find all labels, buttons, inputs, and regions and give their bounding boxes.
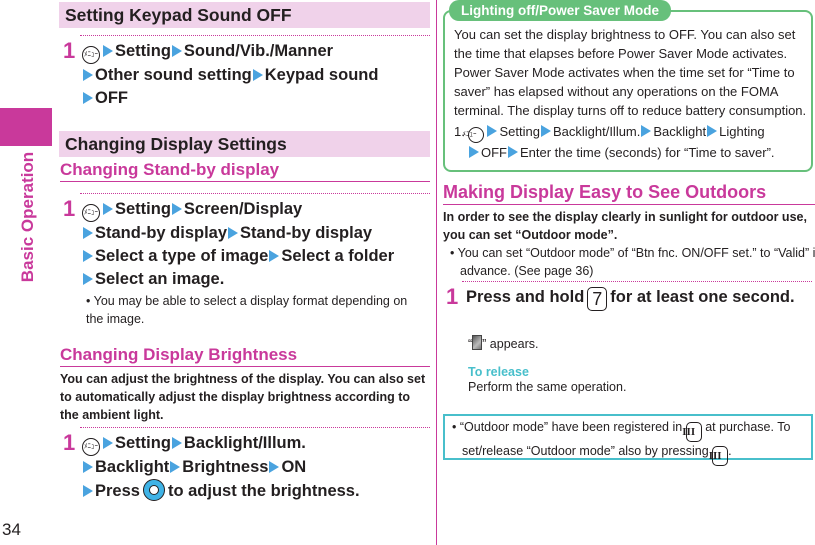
arrow-icon [508, 146, 518, 158]
menu-key-icon: ﾒﾆｭｰ [462, 127, 485, 143]
arrow-icon [171, 203, 182, 215]
key-III-icon: III [682, 422, 702, 442]
key-III-icon: III [709, 446, 729, 466]
arrow-icon [171, 437, 182, 449]
dotted-separator [80, 35, 430, 36]
page-number: 34 [2, 520, 21, 539]
section-label: Basic Operation [18, 151, 37, 283]
arrow-icon [170, 461, 181, 473]
menu-key-icon: ﾒﾆｭｰ [82, 438, 100, 456]
standby-step: ﾒﾆｭｰ Setting Screen/Display Stand-by displ… [82, 200, 395, 288]
dotted-separator [80, 427, 430, 428]
arrow-icon [540, 125, 551, 137]
arrow-icon [83, 227, 93, 239]
menu-key-icon: ﾒﾆｭｰ [82, 46, 100, 64]
arrow-icon [269, 250, 280, 262]
outdoor-info-text: • “Outdoor mode” have been registered in… [452, 418, 815, 466]
arrow-icon [103, 203, 113, 215]
power-saver-description: You can set the display brightness to OF… [454, 27, 807, 118]
outdoor-mode-icon [472, 335, 483, 350]
release-title: To release [468, 365, 529, 379]
dotted-separator [80, 193, 430, 194]
step-number: 1 [63, 196, 76, 221]
outdoors-note: • You can set “Outdoor mode” of “Btn fnc… [450, 246, 815, 278]
arrow-icon [228, 227, 239, 239]
display-settings-header: Changing Display Settings [59, 131, 430, 157]
arrow-icon [83, 273, 93, 285]
outdoors-step: Press and hold 7 for at least one second. [466, 287, 795, 311]
arrow-icon [269, 461, 280, 473]
arrow-icon [83, 92, 93, 104]
arrow-icon [83, 69, 93, 81]
standby-subheader: Changing Stand-by display [60, 160, 430, 182]
release-text: Perform the same operation. [468, 380, 627, 394]
power-saver-tab: Lighting off/Power Saver Mode [449, 0, 672, 21]
arrow-icon [469, 146, 479, 158]
section-tab-marker [0, 108, 52, 146]
appears-text: “” appears. [468, 335, 539, 351]
power-saver-step: 1. ﾒﾆｭｰ Setting Backlight/Illum. Backlight L… [454, 124, 775, 160]
outdoors-header: Making Display Easy to See Outdoors [443, 182, 815, 205]
step-number: 1 [63, 38, 76, 63]
step-number: 1 [446, 284, 459, 309]
outdoors-description: In order to see the display clearly in s… [443, 210, 807, 242]
arrow-icon [83, 461, 93, 473]
key-7-icon: 7 [587, 287, 608, 311]
brightness-step: ﾒﾆｭｰ Setting Backlight/Illum. Backlight Bri… [82, 434, 360, 501]
arrow-icon [103, 45, 113, 57]
arrow-icon [171, 45, 182, 57]
arrow-icon [83, 250, 93, 262]
power-saver-content: You can set the display brightness to OF… [454, 25, 809, 162]
navigation-key-icon [142, 479, 165, 501]
keypad-sound-header: Setting Keypad Sound OFF [59, 2, 430, 28]
arrow-icon [487, 125, 498, 137]
arrow-icon [707, 125, 718, 137]
arrow-icon [252, 69, 263, 81]
keypad-sound-step: ﾒﾆｭｰ Setting Sound/Vib./Manner Other sound… [82, 42, 379, 107]
arrow-icon [83, 485, 93, 497]
arrow-icon [103, 437, 113, 449]
arrow-icon [641, 125, 652, 137]
dotted-separator [462, 281, 812, 282]
brightness-subheader: Changing Display Brightness [60, 345, 430, 367]
menu-key-icon: ﾒﾆｭｰ [82, 204, 100, 222]
brightness-description: You can adjust the brightness of the dis… [60, 372, 426, 422]
standby-note: • You may be able to select a display fo… [86, 294, 408, 326]
step-number: 1 [63, 430, 76, 455]
